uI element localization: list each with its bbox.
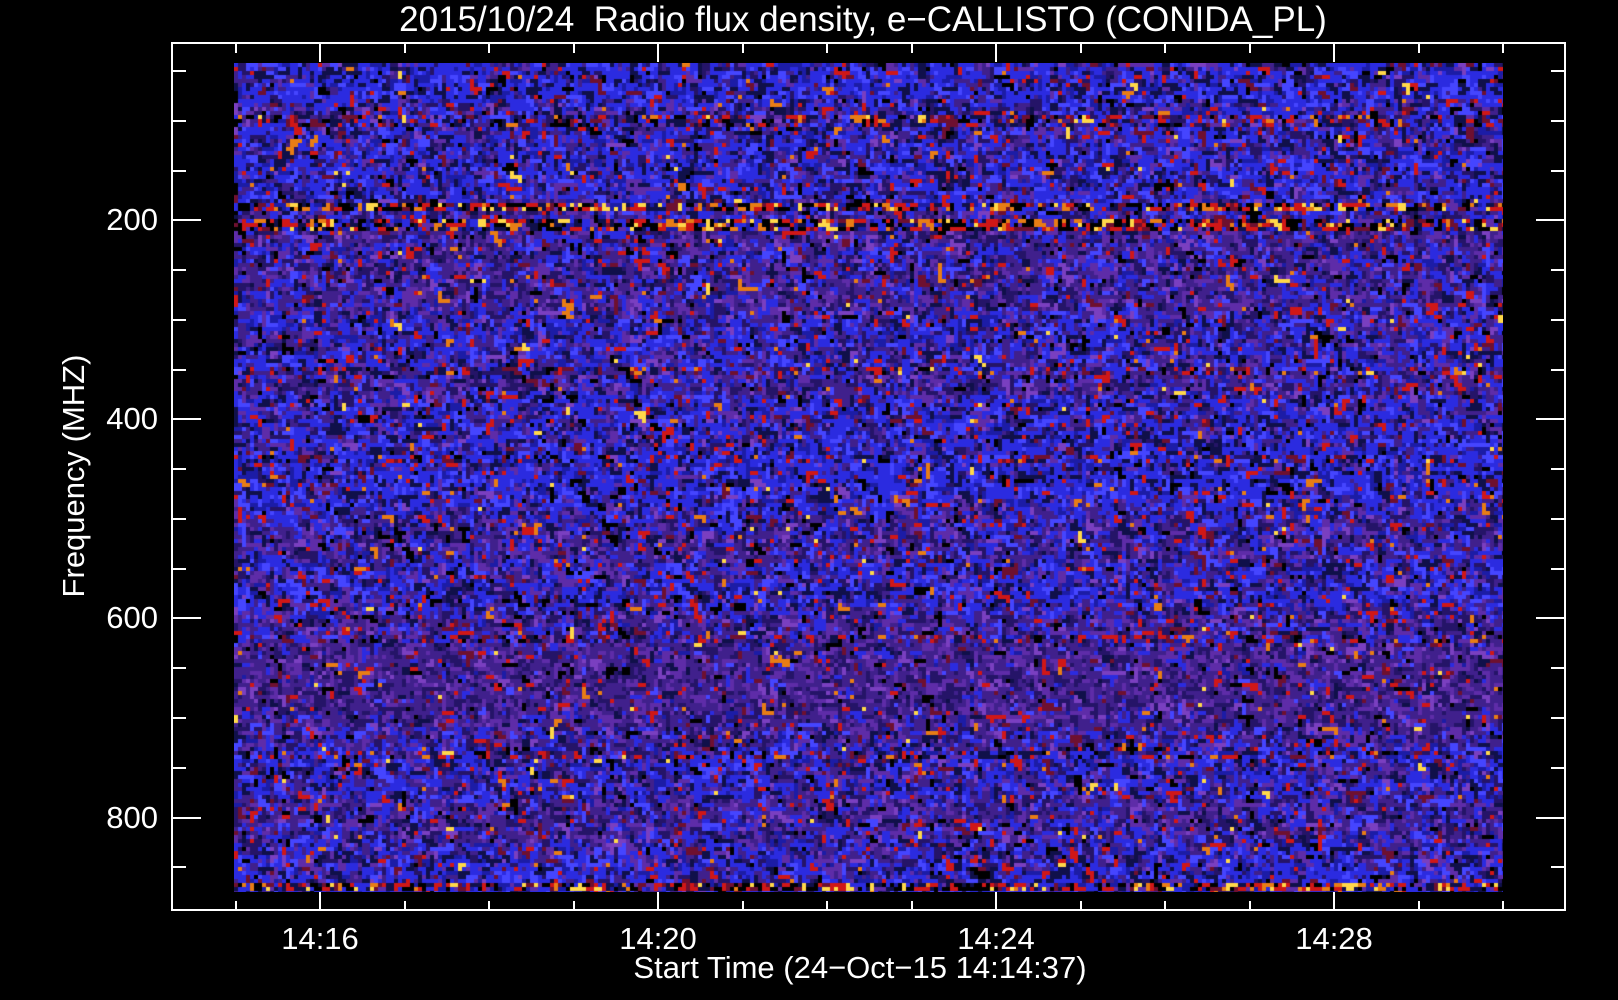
tick-mark [173, 568, 186, 570]
spectrogram-page: 2015/10/24 Radio flux density, e−CALLIST… [0, 0, 1618, 1000]
y-tick-label: 600 [106, 600, 158, 635]
plot-frame [171, 42, 1566, 911]
tick-mark [1551, 667, 1564, 669]
tick-mark [1536, 617, 1564, 619]
tick-mark [173, 70, 186, 72]
tick-mark [235, 901, 237, 910]
tick-mark [173, 319, 186, 321]
tick-mark [1418, 901, 1420, 910]
tick-mark [173, 866, 186, 868]
tick-mark [173, 170, 186, 172]
tick-mark [173, 120, 186, 122]
tick-mark [1080, 901, 1082, 910]
tick-mark [173, 667, 186, 669]
y-axis-label: Frequency (MHZ) [56, 354, 91, 598]
tick-mark [995, 44, 997, 62]
tick-mark [1418, 44, 1420, 53]
tick-mark [826, 901, 828, 910]
tick-mark [173, 418, 201, 420]
y-tick-label: 800 [106, 800, 158, 835]
tick-mark [1551, 767, 1564, 769]
tick-mark [173, 767, 186, 769]
tick-mark [1333, 44, 1335, 62]
tick-mark [826, 44, 828, 53]
tick-mark [173, 817, 201, 819]
tick-mark [1536, 219, 1564, 221]
tick-mark [173, 269, 186, 271]
tick-mark [319, 892, 321, 910]
tick-mark [1551, 518, 1564, 520]
page-title: 2015/10/24 Radio flux density, e−CALLIST… [399, 0, 1327, 39]
tick-mark [1551, 70, 1564, 72]
tick-mark [573, 44, 575, 53]
y-tick-label: 200 [106, 202, 158, 237]
tick-mark [488, 44, 490, 53]
tick-mark [173, 369, 186, 371]
tick-mark [657, 892, 659, 910]
tick-mark [1551, 269, 1564, 271]
tick-mark [1551, 468, 1564, 470]
tick-mark [1249, 44, 1251, 53]
x-axis-label: Start Time (24−Oct−15 14:14:37) [633, 950, 1087, 985]
tick-mark [404, 44, 406, 53]
tick-mark [742, 44, 744, 53]
tick-mark [1536, 817, 1564, 819]
tick-mark [1080, 44, 1082, 53]
tick-mark [173, 717, 186, 719]
tick-mark [1551, 369, 1564, 371]
tick-mark [573, 901, 575, 910]
tick-mark [1333, 892, 1335, 910]
tick-mark [657, 44, 659, 62]
tick-mark [173, 617, 201, 619]
tick-mark [173, 219, 201, 221]
tick-mark [1249, 901, 1251, 910]
x-tick-label: 14:28 [1295, 921, 1373, 956]
tick-mark [1502, 901, 1504, 910]
tick-mark [911, 44, 913, 53]
tick-mark [995, 892, 997, 910]
tick-mark [911, 901, 913, 910]
tick-mark [235, 44, 237, 53]
tick-mark [1502, 44, 1504, 53]
tick-mark [1164, 901, 1166, 910]
tick-mark [404, 901, 406, 910]
tick-mark [1551, 170, 1564, 172]
tick-mark [1536, 418, 1564, 420]
tick-mark [1551, 717, 1564, 719]
tick-mark [1551, 319, 1564, 321]
tick-mark [1164, 44, 1166, 53]
tick-mark [173, 518, 186, 520]
tick-mark [1551, 120, 1564, 122]
x-tick-label: 14:16 [281, 921, 359, 956]
tick-mark [488, 901, 490, 910]
tick-mark [173, 468, 186, 470]
tick-mark [319, 44, 321, 62]
tick-mark [1551, 568, 1564, 570]
tick-mark [742, 901, 744, 910]
tick-mark [1551, 866, 1564, 868]
